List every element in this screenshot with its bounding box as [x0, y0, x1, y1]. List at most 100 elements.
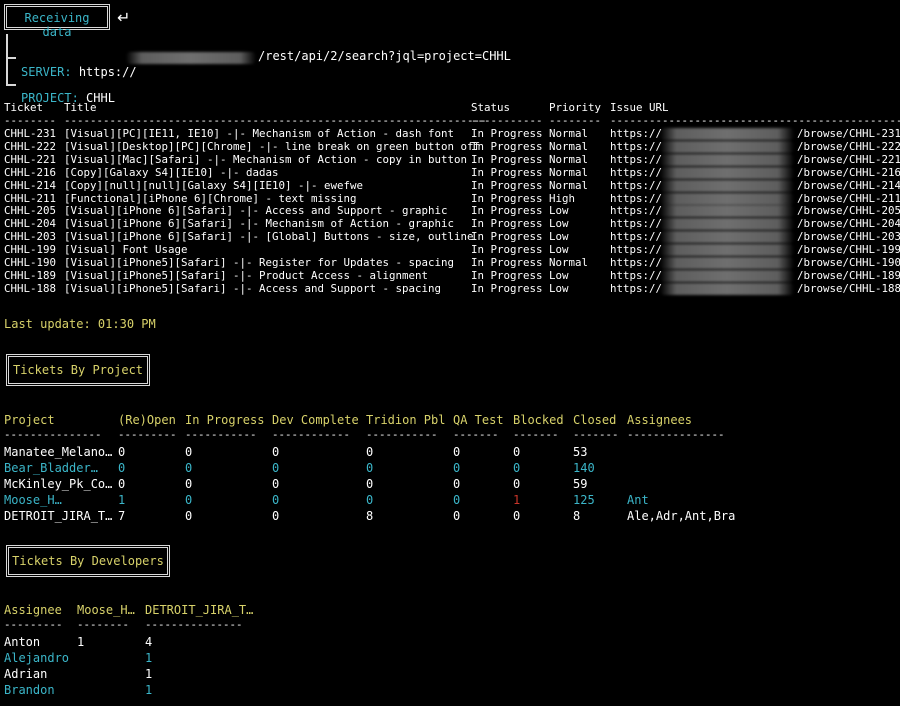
ticket-status: In Progress: [471, 217, 543, 231]
issue-url-suffix: /browse/CHHL-211: [797, 191, 900, 205]
enter-icon: ↵: [117, 8, 131, 27]
project-cell: 0: [185, 477, 193, 491]
header-underline: ---------------: [627, 428, 725, 441]
project-cell: 0: [118, 461, 126, 475]
ticket-priority: High: [549, 191, 576, 205]
ticket-priority: Normal: [549, 152, 589, 166]
header-underline: --------: [77, 618, 130, 631]
project-cell: 59: [573, 477, 588, 491]
redacted-host: [660, 218, 794, 231]
ticket-id: CHHL-204: [4, 217, 57, 231]
column-header: In Progress: [185, 413, 265, 427]
ticket-status: In Progress: [471, 230, 543, 244]
ticket-priority: Normal: [549, 139, 589, 153]
project-cell: 0: [513, 461, 521, 475]
ticket-title: [Visual][iPhone5][Safari] -|- Product Ac…: [64, 268, 429, 282]
column-header: Assignees: [627, 413, 693, 427]
ticket-title: [Functional][iPhone 6][Chrome] - text mi…: [64, 191, 357, 205]
issue-url-suffix: /browse/CHHL-221: [797, 152, 900, 166]
project-cell: 0: [453, 461, 461, 475]
redacted-host: [660, 282, 794, 295]
ticket-id: CHHL-199: [4, 243, 57, 257]
column-header: Dev Complete: [272, 413, 359, 427]
ticket-status: In Progress: [471, 256, 543, 269]
header-underline: ---------------: [145, 618, 243, 631]
project-cell: 0: [366, 445, 374, 459]
project-name: Bear_Bladder…: [4, 461, 98, 475]
project-cell: 0: [513, 445, 521, 459]
issue-url-suffix: /browse/CHHL-203: [797, 230, 900, 244]
ticket-title: [Visual][iPhone 6][Safari] -|- [Global] …: [64, 230, 474, 244]
column-header: Priority: [549, 101, 602, 114]
server-suffix: /rest/api/2/search?jql=project=CHHL: [258, 49, 511, 63]
ticket-id: CHHL-203: [4, 230, 57, 244]
project-cell: 0: [272, 461, 280, 475]
project-cell: Ale,Adr,Ant,Bra: [627, 509, 736, 523]
header-underline: ---------------: [4, 428, 102, 441]
issue-url-suffix: /browse/CHHL-199: [797, 243, 900, 257]
issue-url-prefix: https://: [610, 178, 663, 192]
assignee-name: Brandon: [4, 683, 55, 697]
redacted-host: [660, 231, 794, 244]
project-cell: 7: [118, 509, 126, 523]
redacted-host: [660, 153, 794, 166]
developer-cell: 1: [77, 635, 85, 649]
column-header: Tridion Pbl: [366, 413, 446, 427]
issue-url-prefix: https://: [610, 152, 663, 166]
redacted-host: [660, 192, 794, 205]
issue-url-suffix: /browse/CHHL-205: [797, 204, 900, 218]
ticket-priority: Low: [549, 204, 569, 218]
column-header: Project: [4, 413, 55, 427]
column-header: (Re)Open: [118, 413, 176, 427]
ticket-status: In Progress: [471, 243, 543, 257]
developer-cell: 4: [145, 635, 153, 649]
header-underline: ------------: [272, 428, 351, 441]
issue-url-suffix: /browse/CHHL-188: [797, 281, 900, 295]
ticket-priority: Normal: [549, 165, 589, 179]
column-header: Issue URL: [610, 101, 669, 114]
ticket-id: CHHL-216: [4, 165, 57, 179]
column-header: Closed: [573, 413, 617, 427]
project-name: Moose_H…: [4, 493, 62, 507]
project-name: McKinley_Pk_Co…: [4, 477, 113, 491]
project-cell: 0: [272, 477, 280, 491]
ticket-priority: Normal: [549, 256, 589, 269]
assignee-name: Alejandro: [4, 651, 70, 665]
redacted-host: [660, 128, 794, 140]
ticket-title: [Copy][null][null][Galaxy S4][IE10] -|- …: [64, 178, 364, 192]
issue-url-prefix: https://: [610, 230, 663, 244]
issue-url-prefix: https://: [610, 217, 663, 231]
ticket-title: [Visual][Mac][Safari] -|- Mechanism of A…: [64, 152, 468, 166]
last-update: Last update: 01:30 PM: [4, 317, 156, 331]
project-cell: 53: [573, 445, 588, 459]
project-cell: 0: [185, 445, 193, 459]
project-cell: 0: [453, 493, 461, 507]
developer-cell: 1: [145, 683, 153, 697]
receiving-data-box: Receiving data: [4, 4, 110, 39]
ticket-priority: Normal: [549, 127, 589, 140]
project-cell: 0: [185, 493, 193, 507]
ticket-status: In Progress: [471, 178, 543, 192]
tickets-by-project-box: Tickets By Project: [6, 354, 150, 386]
ticket-id: CHHL-188: [4, 281, 57, 295]
redacted-host: [660, 205, 794, 218]
ticket-priority: Low: [549, 217, 569, 231]
ticket-status: In Progress: [471, 268, 543, 282]
column-header: Blocked: [513, 413, 564, 427]
project-cell: 1: [118, 493, 126, 507]
ticket-priority: Low: [549, 230, 569, 244]
tree-line-vertical: [6, 34, 8, 86]
ticket-status: In Progress: [471, 139, 543, 153]
ticket-id: CHHL-231: [4, 127, 57, 140]
receiving-data-label: Receiving data: [24, 11, 90, 39]
project-cell: 0: [513, 509, 521, 523]
ticket-title: [Visual] Font Usage: [64, 243, 188, 257]
redacted-host: [660, 244, 794, 257]
project-cell: 0: [272, 509, 280, 523]
project-cell: 0: [453, 445, 461, 459]
redacted-host: [660, 269, 794, 282]
project-cell: Ant: [627, 493, 649, 507]
project-cell: 0: [118, 445, 126, 459]
issue-url-prefix: https://: [610, 204, 663, 218]
project-cell: 0: [513, 477, 521, 491]
